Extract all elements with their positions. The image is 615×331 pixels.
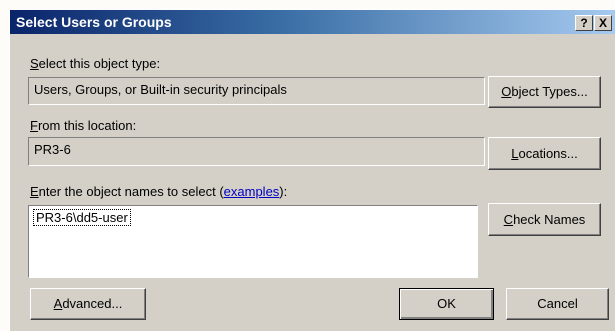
ok-button[interactable]: OK <box>399 288 494 320</box>
title-bar[interactable]: Select Users or Groups ? X <box>10 10 615 34</box>
cancel-button[interactable]: Cancel <box>506 288 609 320</box>
object-names-input[interactable]: PR3-6\dd5-user <box>28 205 478 278</box>
object-names-label: Enter the object names to select (exampl… <box>30 184 288 199</box>
close-icon: X <box>598 16 607 30</box>
advanced-button[interactable]: Advanced... <box>30 288 146 320</box>
location-field: PR3-6 <box>28 137 485 166</box>
check-names-button[interactable]: Check Names <box>488 203 601 236</box>
window-title: Select Users or Groups <box>16 14 172 30</box>
object-type-label: Select this object type: <box>30 56 161 71</box>
location-label: From this location: <box>30 118 137 133</box>
object-types-button[interactable]: Object Types... <box>488 76 601 108</box>
dialog-window: Select Users or Groups ? X Select this o… <box>9 9 615 331</box>
help-button[interactable]: ? <box>575 15 593 31</box>
object-name-entry: PR3-6\dd5-user <box>33 209 131 226</box>
object-type-field: Users, Groups, or Built-in security prin… <box>28 77 485 105</box>
help-icon: ? <box>580 16 588 30</box>
locations-button[interactable]: Locations... <box>488 137 601 170</box>
close-button[interactable]: X <box>594 15 612 31</box>
examples-link[interactable]: examples <box>224 184 280 199</box>
